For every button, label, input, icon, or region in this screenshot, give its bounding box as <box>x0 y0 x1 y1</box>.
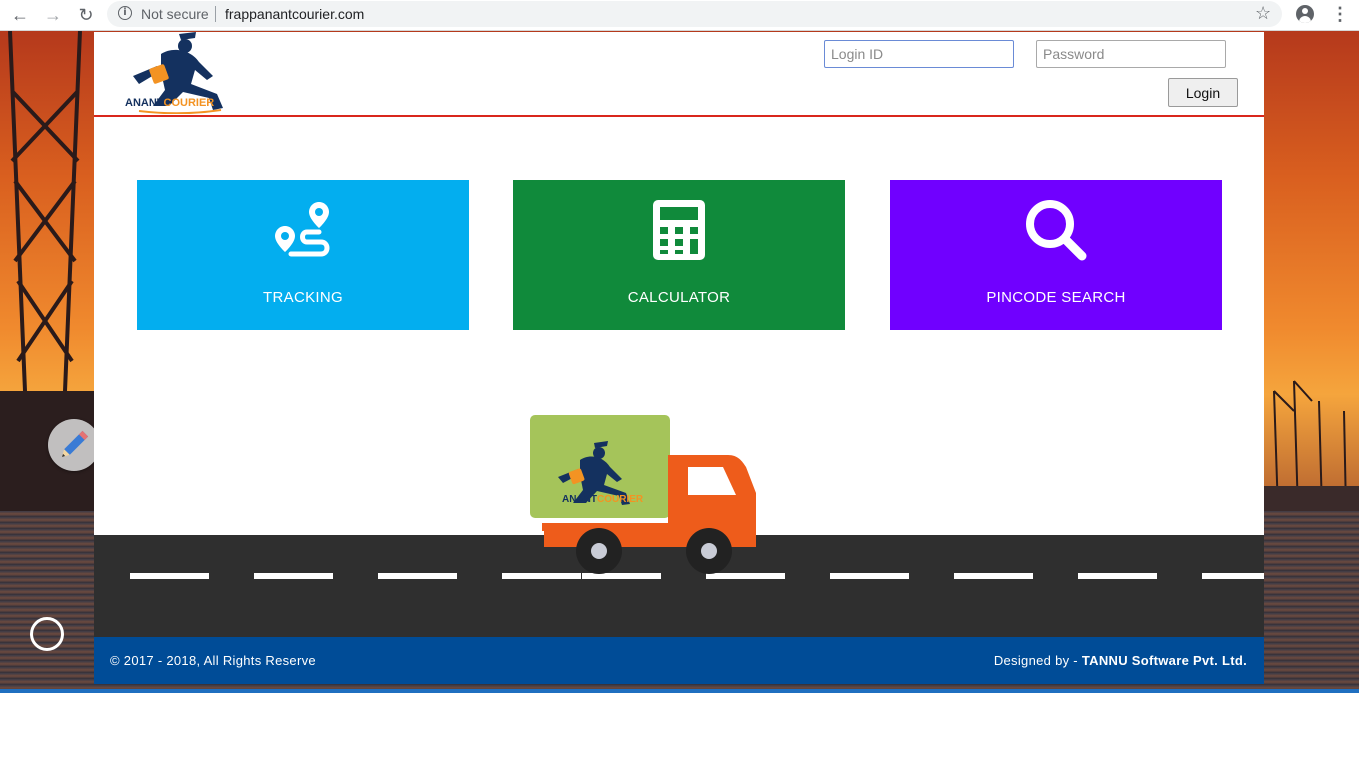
road-dash <box>954 573 1033 579</box>
login-id-input[interactable] <box>824 40 1014 68</box>
road-dash <box>378 573 457 579</box>
footer: © 2017 - 2018, All Rights Reserve Design… <box>94 637 1264 684</box>
road-dash <box>830 573 909 579</box>
calculator-label: CALCULATOR <box>627 289 731 306</box>
password-input[interactable] <box>1036 40 1226 68</box>
address-bar[interactable]: i Not secure frappanantcourier.com ☆ <box>107 1 1282 27</box>
forward-icon[interactable]: → <box>42 4 64 26</box>
bookmark-star-icon[interactable]: ☆ <box>1255 3 1271 24</box>
truck-logo-wordmark: ANANTCOURIER <box>562 494 644 505</box>
search-icon <box>1026 200 1087 261</box>
url-text[interactable]: frappanantcourier.com <box>225 6 364 22</box>
edit-pencil-button[interactable] <box>48 419 100 471</box>
address-divider <box>215 6 216 22</box>
designer-credit: Designed by - TANNU Software Pvt. Ltd. <box>994 653 1247 668</box>
road-dash <box>1078 573 1157 579</box>
copyright-text: © 2017 - 2018, All Rights Reserve <box>110 653 316 668</box>
account-icon[interactable] <box>1296 5 1314 23</box>
pincode-search-label: PINCODE SEARCH <box>986 289 1126 306</box>
tracking-label: TRACKING <box>263 289 343 306</box>
courier-truck-illustration: ANANTCOURIER <box>530 415 756 574</box>
designer-name[interactable]: TANNU Software Pvt. Ltd. <box>1082 653 1247 668</box>
main-panel: ANANTCOURIER Login TRACKING CALCULATOR <box>94 32 1264 684</box>
login-button[interactable]: Login <box>1168 78 1238 107</box>
logo-wordmark: ANANTCOURIER <box>125 97 214 109</box>
security-label[interactable]: Not secure <box>141 6 209 22</box>
kebab-menu-icon[interactable]: ⋮ <box>1331 4 1349 25</box>
header-divider <box>94 115 1264 117</box>
browser-toolbar: ← → ↻ i Not secure frappanantcourier.com… <box>0 0 1359 31</box>
calculator-icon <box>653 200 705 260</box>
tracking-tile[interactable]: TRACKING <box>137 180 469 330</box>
pincode-search-tile[interactable]: PINCODE SEARCH <box>890 180 1222 330</box>
taskbar-strip <box>0 689 1359 693</box>
calculator-tile[interactable]: CALCULATOR <box>513 180 845 330</box>
info-icon[interactable]: i <box>118 6 132 20</box>
circle-handle[interactable] <box>30 617 64 651</box>
road-dash <box>1202 573 1264 579</box>
road-dash <box>254 573 333 579</box>
pencil-icon <box>61 430 89 458</box>
cranes-silhouette <box>1264 380 1359 521</box>
designer-credit-prefix: Designed by - <box>993 653 1082 668</box>
road-dash <box>130 573 209 579</box>
route-pin-icon <box>275 202 330 257</box>
anant-courier-logo[interactable]: ANANTCOURIER <box>121 32 231 114</box>
back-icon[interactable]: ← <box>9 4 31 26</box>
reload-icon[interactable]: ↻ <box>75 4 97 26</box>
